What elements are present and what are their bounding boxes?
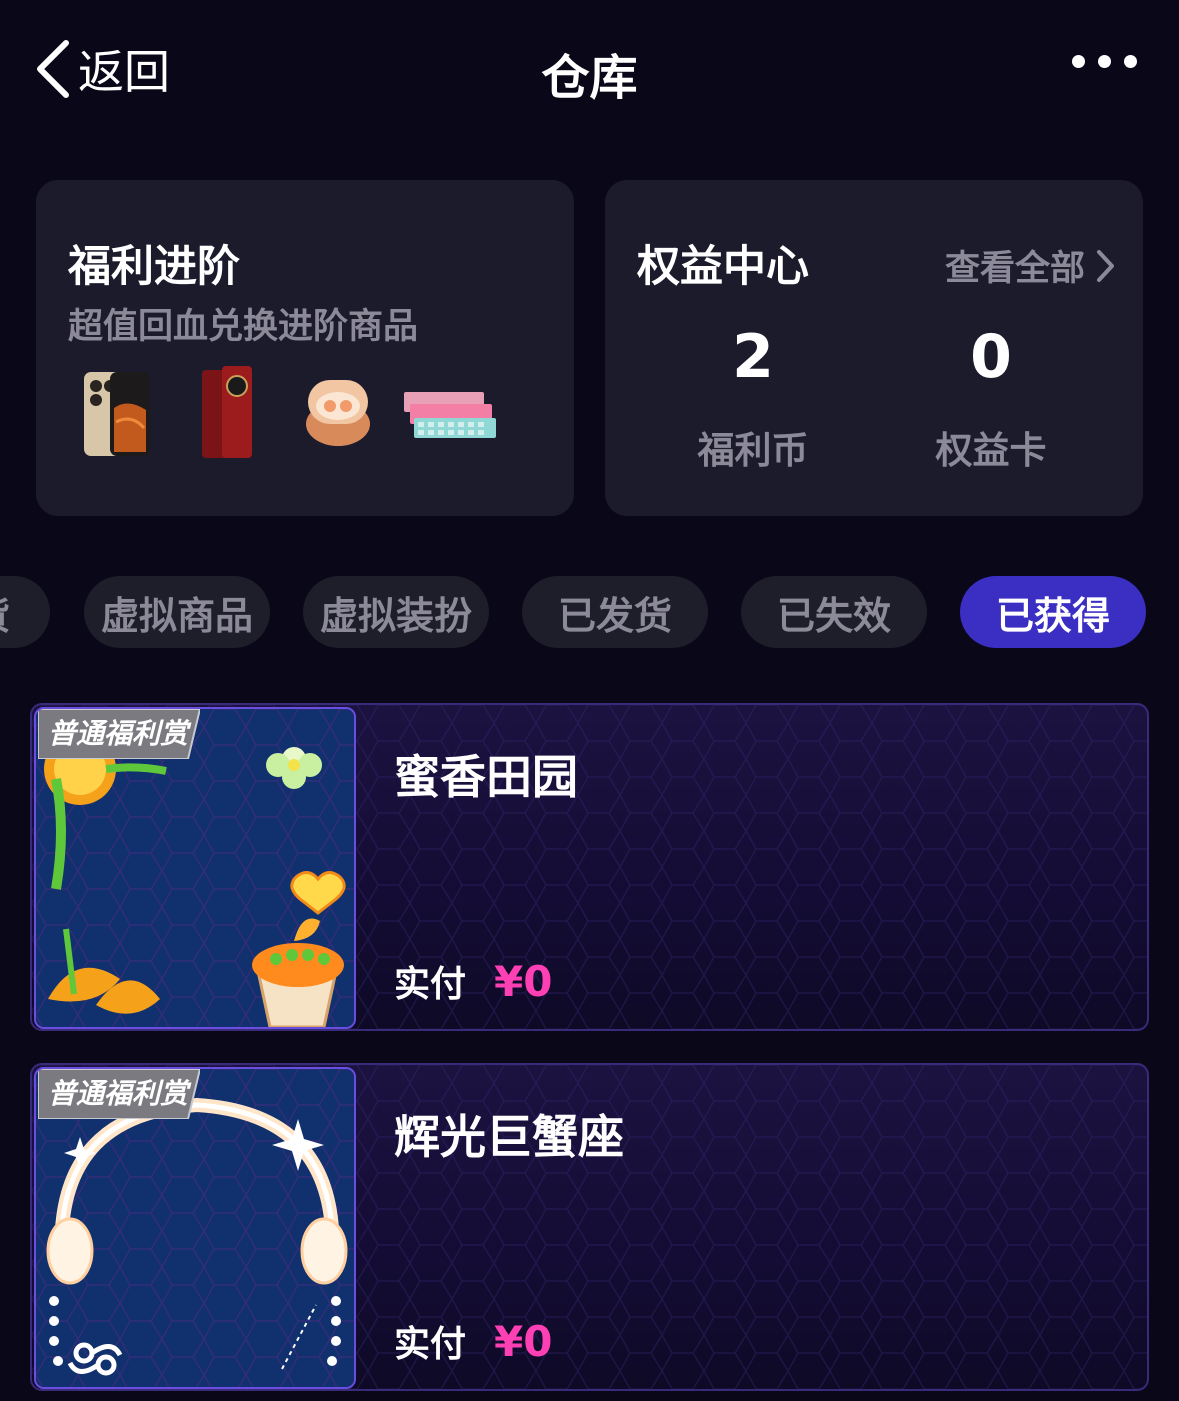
tab-virtual-outfit[interactable]: 虚拟装扮 <box>303 576 489 648</box>
tab-virtual-goods[interactable]: 虚拟商品 <box>84 576 270 648</box>
rights-center-card: 权益中心 查看全部 2 福利币 0 权益卡 <box>605 180 1143 516</box>
welfare-coin-label: 福利币 <box>697 429 809 472</box>
badge-normal-reward: 普通福利赏 <box>38 1069 200 1119</box>
category-tabs: 货 虚拟商品 虚拟装扮 已发货 已失效 已获得 <box>0 576 1179 648</box>
nav-bar: 返回 仓库 <box>0 0 1179 140</box>
page-title: 仓库 <box>541 50 638 106</box>
phone-red-image <box>202 366 252 458</box>
rights-card-stat[interactable]: 0 权益卡 <box>881 180 1101 516</box>
earbuds-case-image <box>306 380 370 446</box>
badge-label: 普通福利赏 <box>48 717 192 750</box>
tab-obtained[interactable]: 已获得 <box>960 576 1146 648</box>
tab-goods[interactable]: 货 <box>0 576 50 648</box>
payment-row: 实付 ¥0 <box>394 1315 552 1367</box>
pay-price: ¥0 <box>494 957 553 1006</box>
item-title: 蜜香田园 <box>394 750 578 804</box>
welfare-coin-stat[interactable]: 2 福利币 <box>643 180 863 516</box>
tab-shipped[interactable]: 已发货 <box>522 576 708 648</box>
keyboards-image <box>404 392 496 438</box>
badge-normal-reward: 普通福利赏 <box>38 709 200 759</box>
item-thumbnail: 普通福利赏 <box>34 1067 356 1389</box>
tab-expired[interactable]: 已失效 <box>741 576 927 648</box>
badge-label: 普通福利赏 <box>48 1077 192 1110</box>
welfare-advance-card[interactable]: 福利进阶 超值回血兑换进阶商品 <box>36 180 574 516</box>
rights-card-value: 0 <box>970 322 1012 392</box>
pay-label: 实付 <box>394 964 467 1005</box>
payment-row: 实付 ¥0 <box>394 955 552 1007</box>
pay-price: ¥0 <box>494 1317 553 1366</box>
welfare-coin-value: 2 <box>732 322 774 392</box>
item-title: 辉光巨蟹座 <box>394 1110 624 1164</box>
pay-label: 实付 <box>394 1324 467 1365</box>
more-options-icon[interactable] <box>1072 55 1137 68</box>
phone-gold-image <box>84 372 150 456</box>
list-item[interactable]: 普通福利赏 辉光巨蟹座 实付 ¥0 <box>30 1063 1149 1391</box>
product-preview-row <box>76 366 516 468</box>
list-item[interactable]: 普通福利赏 蜜香田园 实付 ¥0 <box>30 703 1149 1031</box>
warehouse-page: 返回 仓库 福利进阶 超值回血兑换进阶商品 权益中心 查看全部 2 福利币 0 … <box>0 0 1179 1401</box>
welfare-subtitle: 超值回血兑换进阶商品 <box>68 307 419 347</box>
item-thumbnail: 普通福利赏 <box>34 707 356 1029</box>
rights-card-label: 权益卡 <box>935 429 1047 472</box>
welfare-title: 福利进阶 <box>68 242 240 292</box>
